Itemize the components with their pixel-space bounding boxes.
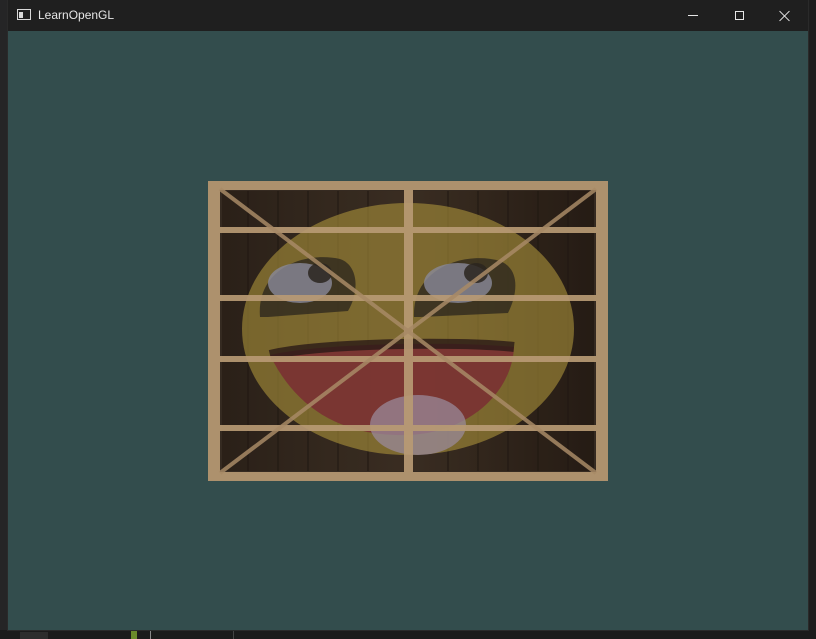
close-icon (779, 10, 791, 22)
minimize-button[interactable] (670, 0, 716, 31)
close-button[interactable] (762, 0, 808, 31)
opengl-viewport[interactable] (8, 31, 808, 630)
title-bar[interactable]: LearnOpenGL (8, 0, 808, 31)
textured-quad (208, 181, 608, 481)
minimize-icon (688, 15, 698, 16)
window-title: LearnOpenGL (38, 8, 115, 22)
app-window-icon[interactable] (17, 9, 31, 20)
maximize-button[interactable] (716, 0, 762, 31)
container-texture-image (208, 181, 608, 481)
background-taskbar-strip (0, 630, 816, 639)
app-window: LearnOpenGL (8, 0, 808, 630)
background-app-edge-right (808, 0, 816, 639)
background-app-edge-left (0, 0, 8, 639)
maximize-icon (734, 11, 744, 20)
